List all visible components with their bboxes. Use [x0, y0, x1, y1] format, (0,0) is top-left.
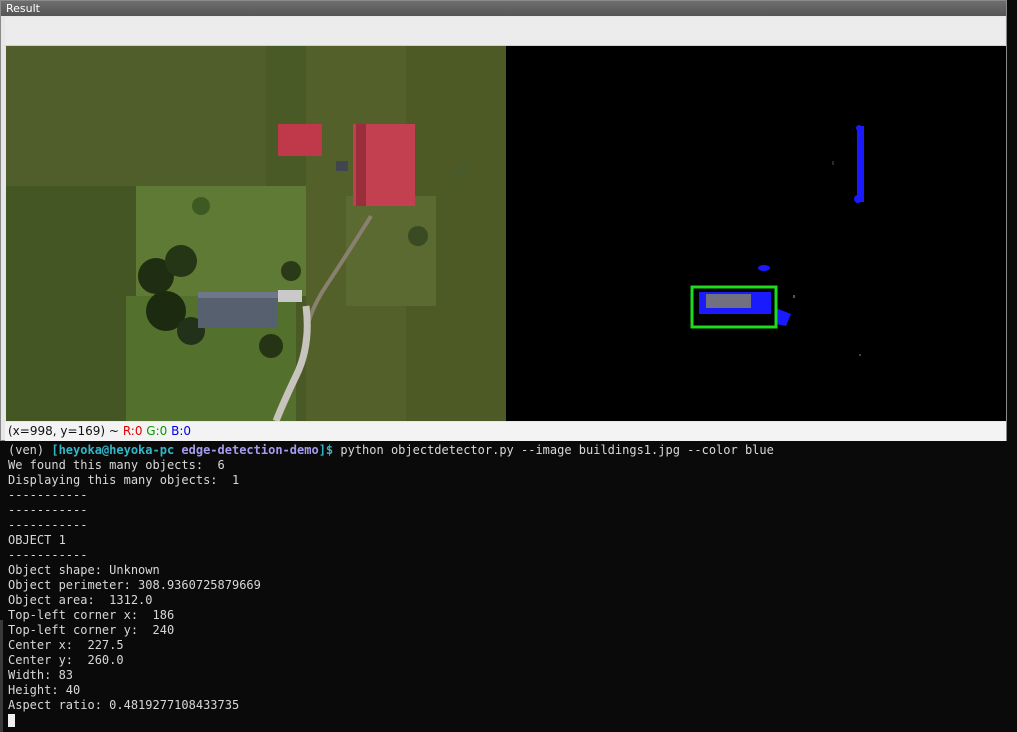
- red-roof-barn-small: [278, 124, 322, 156]
- aerial-photo: [6, 46, 506, 421]
- terminal-prompt-line: (ven) [heyoka@heyoka-pc edge-detection-d…: [8, 443, 1017, 458]
- prompt-user-host: [heyoka@heyoka-pc: [51, 443, 175, 457]
- terminal-output-line: Width: 83: [8, 668, 74, 682]
- terminal[interactable]: (ven) [heyoka@heyoka-pc edge-detection-d…: [0, 441, 1017, 732]
- detected-object-vertical: [857, 126, 864, 202]
- terminal-output-line: Aspect ratio: 0.4819277108433735: [8, 698, 240, 712]
- terminal-output-line: OBJECT 1: [8, 533, 66, 547]
- terminal-output-line: Height: 40: [8, 683, 81, 697]
- prompt-suffix: ]$: [318, 443, 341, 457]
- terminal-output-line: Object shape: Unknown: [8, 563, 160, 577]
- terminal-output-line: We found this many objects: 6: [8, 458, 225, 472]
- command-text: python objectdetector.py --image buildin…: [340, 443, 774, 457]
- terminal-output-line: -----------: [8, 548, 88, 562]
- result-window: Result (x=998, y=169) ~ R:0 G:0 B:0: [0, 0, 1007, 441]
- terminal-output-line: -----------: [8, 488, 88, 502]
- venv-label: (ven): [8, 443, 52, 457]
- terminal-input-line[interactable]: [8, 713, 1017, 728]
- terminal-output-line: Object area: 1312.0: [8, 593, 153, 607]
- result-image: [6, 46, 1006, 421]
- toolbar: [5, 17, 1005, 46]
- terminal-output-line: Top-left corner y: 240: [8, 623, 175, 637]
- window-edge: [0, 620, 3, 732]
- window-title: Result: [1, 1, 1006, 16]
- terminal-output-line: Top-left corner x: 186: [8, 608, 175, 622]
- pixel-r: R:0: [122, 424, 143, 438]
- image-display[interactable]: [6, 46, 1006, 421]
- cursor-coords: (x=998, y=169) ~: [8, 424, 119, 438]
- status-bar: (x=998, y=169) ~ R:0 G:0 B:0: [5, 422, 1006, 441]
- terminal-output-line: Center y: 260.0: [8, 653, 124, 667]
- terminal-output-line: Displaying this many objects: 1: [8, 473, 240, 487]
- detected-blob-small: [758, 265, 770, 271]
- pixel-b: B:0: [171, 424, 192, 438]
- detection-mask: [506, 46, 1006, 421]
- terminal-output-line: -----------: [8, 503, 88, 517]
- text-cursor: [8, 714, 15, 727]
- terminal-output-line: -----------: [8, 518, 88, 532]
- terminal-output-line: Center x: 227.5: [8, 638, 124, 652]
- terminal-output-line: Object perimeter: 308.9360725879669: [8, 578, 261, 592]
- pixel-g: G:0: [146, 424, 168, 438]
- prompt-dir: edge-detection-demo: [174, 443, 319, 457]
